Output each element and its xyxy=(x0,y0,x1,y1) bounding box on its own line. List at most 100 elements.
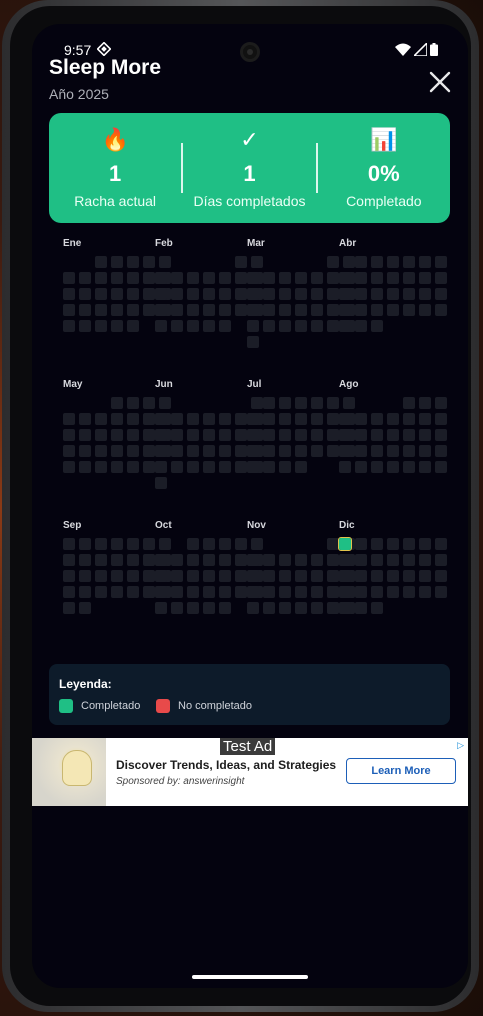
day-cell[interactable] xyxy=(355,570,367,582)
day-cell[interactable] xyxy=(127,586,139,598)
day-cell[interactable] xyxy=(403,288,415,300)
day-cell[interactable] xyxy=(435,304,447,316)
day-cell[interactable] xyxy=(79,586,91,598)
day-cell[interactable] xyxy=(95,445,107,457)
day-cell[interactable] xyxy=(247,336,259,348)
day-cell[interactable] xyxy=(247,586,259,598)
day-cell[interactable] xyxy=(403,304,415,316)
day-cell[interactable] xyxy=(279,320,291,332)
day-cell[interactable] xyxy=(279,413,291,425)
day-cell[interactable] xyxy=(187,304,199,316)
day-cell[interactable] xyxy=(311,586,323,598)
day-cell[interactable] xyxy=(155,461,167,473)
day-cell[interactable] xyxy=(371,554,383,566)
day-cell[interactable] xyxy=(187,429,199,441)
day-cell[interactable] xyxy=(387,461,399,473)
day-cell[interactable] xyxy=(79,554,91,566)
day-cell[interactable] xyxy=(419,397,431,409)
day-cell[interactable] xyxy=(155,477,167,489)
day-cell[interactable] xyxy=(79,288,91,300)
day-cell[interactable] xyxy=(355,429,367,441)
day-cell[interactable] xyxy=(403,256,415,268)
day-cell[interactable] xyxy=(263,554,275,566)
day-cell[interactable] xyxy=(279,272,291,284)
day-cell[interactable] xyxy=(279,445,291,457)
day-cell[interactable] xyxy=(127,304,139,316)
day-cell[interactable] xyxy=(203,413,215,425)
day-cell[interactable] xyxy=(63,320,75,332)
day-cell[interactable] xyxy=(219,554,231,566)
day-cell[interactable] xyxy=(419,445,431,457)
day-cell[interactable] xyxy=(435,586,447,598)
day-cell[interactable] xyxy=(79,413,91,425)
day-cell[interactable] xyxy=(419,413,431,425)
day-cell[interactable] xyxy=(111,413,123,425)
day-cell[interactable] xyxy=(203,288,215,300)
day-cell[interactable] xyxy=(279,397,291,409)
day-cell[interactable] xyxy=(111,538,123,550)
day-cell[interactable] xyxy=(247,304,259,316)
day-cell[interactable] xyxy=(295,272,307,284)
day-cell[interactable] xyxy=(403,445,415,457)
ad-image[interactable] xyxy=(32,738,106,806)
day-cell[interactable] xyxy=(187,538,199,550)
day-cell[interactable] xyxy=(219,304,231,316)
day-cell[interactable] xyxy=(171,304,183,316)
day-cell[interactable] xyxy=(311,445,323,457)
day-cell[interactable] xyxy=(63,554,75,566)
day-cell[interactable] xyxy=(311,413,323,425)
day-cell[interactable] xyxy=(339,586,351,598)
day-cell[interactable] xyxy=(387,554,399,566)
day-cell[interactable] xyxy=(79,570,91,582)
day-cell[interactable] xyxy=(247,429,259,441)
day-cell[interactable] xyxy=(279,429,291,441)
day-cell[interactable] xyxy=(63,602,75,614)
day-cell[interactable] xyxy=(263,288,275,300)
day-cell[interactable] xyxy=(263,304,275,316)
day-cell[interactable] xyxy=(371,256,383,268)
day-cell[interactable] xyxy=(63,586,75,598)
day-cell[interactable] xyxy=(127,461,139,473)
day-cell[interactable] xyxy=(339,429,351,441)
day-cell[interactable] xyxy=(95,272,107,284)
day-cell[interactable] xyxy=(403,413,415,425)
day-cell[interactable] xyxy=(435,429,447,441)
day-cell[interactable] xyxy=(387,288,399,300)
day-cell[interactable] xyxy=(355,256,367,268)
day-cell[interactable] xyxy=(339,445,351,457)
day-cell[interactable] xyxy=(435,413,447,425)
day-cell[interactable] xyxy=(355,413,367,425)
day-cell[interactable] xyxy=(127,570,139,582)
day-cell[interactable] xyxy=(187,272,199,284)
day-cell[interactable] xyxy=(339,288,351,300)
day-cell[interactable] xyxy=(203,461,215,473)
day-cell[interactable] xyxy=(95,320,107,332)
day-cell[interactable] xyxy=(155,288,167,300)
day-cell[interactable] xyxy=(263,445,275,457)
day-cell[interactable] xyxy=(187,570,199,582)
day-cell[interactable] xyxy=(127,397,139,409)
day-cell[interactable] xyxy=(419,304,431,316)
day-cell[interactable] xyxy=(187,554,199,566)
day-cell[interactable] xyxy=(371,304,383,316)
day-cell[interactable] xyxy=(339,304,351,316)
day-cell[interactable] xyxy=(435,538,447,550)
day-cell[interactable] xyxy=(111,429,123,441)
day-cell[interactable] xyxy=(187,461,199,473)
day-cell[interactable] xyxy=(263,461,275,473)
day-cell[interactable] xyxy=(295,304,307,316)
day-cell[interactable] xyxy=(111,586,123,598)
day-cell[interactable] xyxy=(247,272,259,284)
day-cell[interactable] xyxy=(79,538,91,550)
day-cell[interactable] xyxy=(111,445,123,457)
day-cell[interactable] xyxy=(171,429,183,441)
day-cell[interactable] xyxy=(247,602,259,614)
day-cell[interactable] xyxy=(355,445,367,457)
day-cell[interactable] xyxy=(295,288,307,300)
day-cell[interactable] xyxy=(203,586,215,598)
day-cell[interactable] xyxy=(95,256,107,268)
day-cell[interactable] xyxy=(79,304,91,316)
day-cell[interactable] xyxy=(263,602,275,614)
day-cell[interactable] xyxy=(355,461,367,473)
day-cell[interactable] xyxy=(371,445,383,457)
